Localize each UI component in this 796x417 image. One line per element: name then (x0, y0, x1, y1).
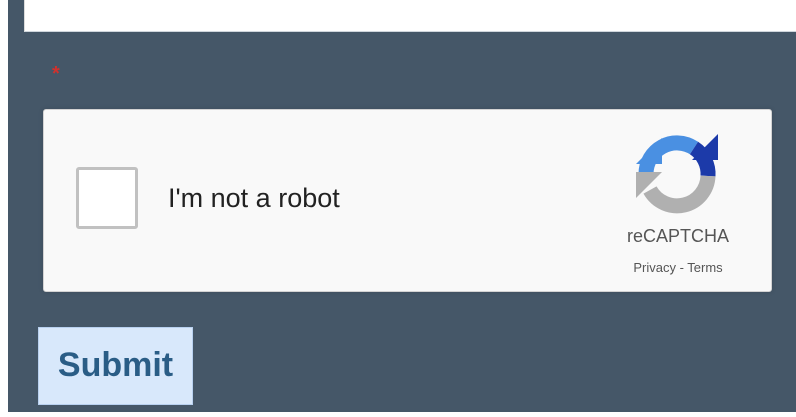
privacy-link[interactable]: Privacy (633, 260, 676, 275)
required-marker: * (52, 63, 60, 85)
recaptcha-widget: I'm not a robot reCAPTCHA Privacy - Term… (43, 109, 772, 292)
recaptcha-links: Privacy - Terms (604, 260, 752, 276)
terms-link[interactable]: Terms (687, 260, 722, 275)
checkbox-label: I'm not a robot (168, 183, 340, 213)
submit-button[interactable]: Submit (38, 327, 193, 405)
recaptcha-logo-icon (632, 130, 722, 220)
text-input-field[interactable] (24, 0, 796, 32)
not-a-robot-checkbox[interactable] (76, 167, 138, 229)
page: * I'm not a robot reCAPTCHA Privacy - Te… (0, 0, 796, 417)
recaptcha-brand: reCAPTCHA (626, 226, 729, 246)
links-separator: - (675, 260, 688, 275)
